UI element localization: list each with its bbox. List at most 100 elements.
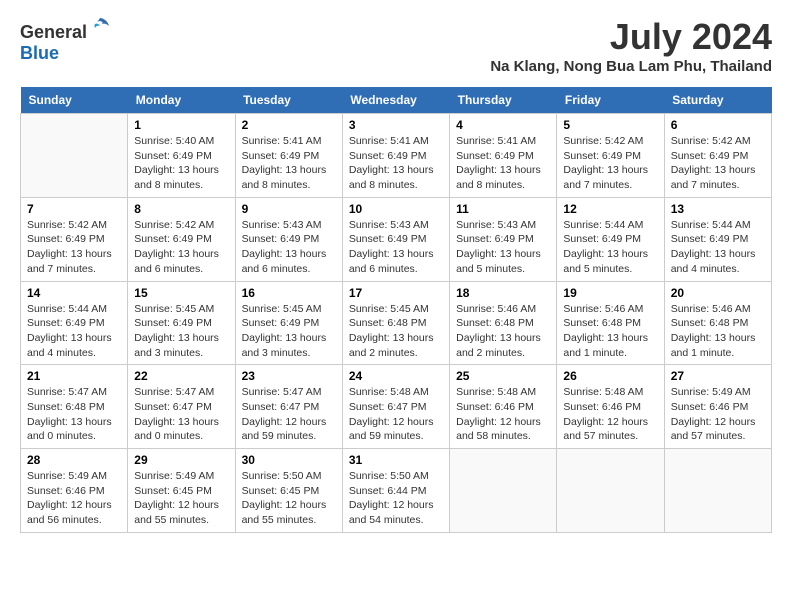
calendar-cell: 3 Sunrise: 5:41 AM Sunset: 6:49 PM Daylig… [342, 114, 449, 198]
header-saturday: Saturday [664, 87, 771, 114]
day-info: Sunrise: 5:44 AM Sunset: 6:49 PM Dayligh… [563, 218, 657, 277]
day-number: 25 [456, 369, 550, 383]
day-number: 21 [27, 369, 121, 383]
day-number: 6 [671, 118, 765, 132]
header-thursday: Thursday [450, 87, 557, 114]
day-number: 14 [27, 286, 121, 300]
calendar-cell [557, 449, 664, 533]
header-friday: Friday [557, 87, 664, 114]
day-info: Sunrise: 5:47 AM Sunset: 6:47 PM Dayligh… [134, 385, 228, 444]
calendar-table: Sunday Monday Tuesday Wednesday Thursday… [20, 87, 772, 533]
day-info: Sunrise: 5:45 AM Sunset: 6:48 PM Dayligh… [349, 302, 443, 361]
day-info: Sunrise: 5:42 AM Sunset: 6:49 PM Dayligh… [27, 218, 121, 277]
day-info: Sunrise: 5:44 AM Sunset: 6:49 PM Dayligh… [27, 302, 121, 361]
calendar-cell: 18Sunrise: 5:46 AM Sunset: 6:48 PM Dayli… [450, 281, 557, 365]
day-number: 8 [134, 202, 228, 216]
calendar-week-row: 1 Sunrise: 5:40 AM Sunset: 6:49 PM Daylig… [21, 114, 772, 198]
header-tuesday: Tuesday [235, 87, 342, 114]
calendar-cell: 5 Sunrise: 5:42 AM Sunset: 6:49 PM Daylig… [557, 114, 664, 198]
day-number: 18 [456, 286, 550, 300]
day-number: 2 [242, 118, 336, 132]
day-info: Sunrise: 5:40 AM Sunset: 6:49 PM Dayligh… [134, 134, 228, 193]
calendar-cell: 26Sunrise: 5:48 AM Sunset: 6:46 PM Dayli… [557, 365, 664, 449]
day-info: Sunrise: 5:42 AM Sunset: 6:49 PM Dayligh… [134, 218, 228, 277]
calendar-cell: 24 Sunrise: 5:48 AM Sunset: 6:47 PM Dayli… [342, 365, 449, 449]
header: General Blue July 2024 Na Klang, Nong Bu… [20, 16, 772, 75]
calendar-cell: 8 Sunrise: 5:42 AM Sunset: 6:49 PM Daylig… [128, 197, 235, 281]
calendar-week-row: 21 Sunrise: 5:47 AM Sunset: 6:48 PM Dayli… [21, 365, 772, 449]
day-number: 20 [671, 286, 765, 300]
title-area: July 2024 Na Klang, Nong Bua Lam Phu, Th… [490, 16, 772, 75]
calendar-cell [450, 449, 557, 533]
calendar-cell: 16 Sunrise: 5:45 AM Sunset: 6:49 PM Dayli… [235, 281, 342, 365]
day-info: Sunrise: 5:46 AM Sunset: 6:48 PM Dayligh… [563, 302, 657, 361]
day-info: Sunrise: 5:42 AM Sunset: 6:49 PM Dayligh… [563, 134, 657, 193]
calendar-cell: 2 Sunrise: 5:41 AM Sunset: 6:49 PM Daylig… [235, 114, 342, 198]
calendar-cell: 13Sunrise: 5:44 AM Sunset: 6:49 PM Dayli… [664, 197, 771, 281]
calendar-week-row: 7 Sunrise: 5:42 AM Sunset: 6:49 PM Daylig… [21, 197, 772, 281]
day-info: Sunrise: 5:41 AM Sunset: 6:49 PM Dayligh… [349, 134, 443, 193]
calendar-cell: 31Sunrise: 5:50 AM Sunset: 6:44 PM Dayli… [342, 449, 449, 533]
location-title: Na Klang, Nong Bua Lam Phu, Thailand [490, 58, 772, 75]
day-info: Sunrise: 5:46 AM Sunset: 6:48 PM Dayligh… [671, 302, 765, 361]
day-number: 24 [349, 369, 443, 383]
day-number: 29 [134, 453, 228, 467]
day-info: Sunrise: 5:48 AM Sunset: 6:46 PM Dayligh… [563, 385, 657, 444]
day-info: Sunrise: 5:49 AM Sunset: 6:46 PM Dayligh… [27, 469, 121, 528]
calendar-cell: 23 Sunrise: 5:47 AM Sunset: 6:47 PM Dayli… [235, 365, 342, 449]
day-number: 16 [242, 286, 336, 300]
calendar-cell: 12 Sunrise: 5:44 AM Sunset: 6:49 PM Dayli… [557, 197, 664, 281]
day-info: Sunrise: 5:41 AM Sunset: 6:49 PM Dayligh… [456, 134, 550, 193]
day-info: Sunrise: 5:47 AM Sunset: 6:48 PM Dayligh… [27, 385, 121, 444]
calendar-cell: 21 Sunrise: 5:47 AM Sunset: 6:48 PM Dayli… [21, 365, 128, 449]
day-info: Sunrise: 5:49 AM Sunset: 6:46 PM Dayligh… [671, 385, 765, 444]
calendar-cell: 22 Sunrise: 5:47 AM Sunset: 6:47 PM Dayli… [128, 365, 235, 449]
day-number: 10 [349, 202, 443, 216]
logo-blue: Blue [20, 43, 59, 63]
calendar-cell [664, 449, 771, 533]
day-info: Sunrise: 5:41 AM Sunset: 6:49 PM Dayligh… [242, 134, 336, 193]
calendar-cell: 4 Sunrise: 5:41 AM Sunset: 6:49 PM Daylig… [450, 114, 557, 198]
day-info: Sunrise: 5:48 AM Sunset: 6:47 PM Dayligh… [349, 385, 443, 444]
calendar-cell: 25 Sunrise: 5:48 AM Sunset: 6:46 PM Dayli… [450, 365, 557, 449]
day-number: 23 [242, 369, 336, 383]
day-info: Sunrise: 5:50 AM Sunset: 6:44 PM Dayligh… [349, 469, 443, 528]
day-number: 17 [349, 286, 443, 300]
logo: General Blue [20, 16, 111, 64]
day-number: 22 [134, 369, 228, 383]
day-number: 9 [242, 202, 336, 216]
logo-text: General Blue [20, 16, 111, 64]
day-number: 5 [563, 118, 657, 132]
logo-general: General [20, 22, 87, 42]
day-number: 7 [27, 202, 121, 216]
month-title: July 2024 [490, 16, 772, 58]
day-info: Sunrise: 5:50 AM Sunset: 6:45 PM Dayligh… [242, 469, 336, 528]
day-info: Sunrise: 5:45 AM Sunset: 6:49 PM Dayligh… [242, 302, 336, 361]
calendar-cell: 28 Sunrise: 5:49 AM Sunset: 6:46 PM Dayli… [21, 449, 128, 533]
calendar-cell: 11 Sunrise: 5:43 AM Sunset: 6:49 PM Dayli… [450, 197, 557, 281]
logo-bird-icon [89, 16, 111, 38]
day-info: Sunrise: 5:47 AM Sunset: 6:47 PM Dayligh… [242, 385, 336, 444]
header-monday: Monday [128, 87, 235, 114]
calendar-cell: 14 Sunrise: 5:44 AM Sunset: 6:49 PM Dayli… [21, 281, 128, 365]
calendar-cell: 27Sunrise: 5:49 AM Sunset: 6:46 PM Dayli… [664, 365, 771, 449]
calendar-cell: 19Sunrise: 5:46 AM Sunset: 6:48 PM Dayli… [557, 281, 664, 365]
header-sunday: Sunday [21, 87, 128, 114]
calendar-cell: 6 Sunrise: 5:42 AM Sunset: 6:49 PM Daylig… [664, 114, 771, 198]
day-info: Sunrise: 5:44 AM Sunset: 6:49 PM Dayligh… [671, 218, 765, 277]
day-number: 28 [27, 453, 121, 467]
day-number: 12 [563, 202, 657, 216]
day-info: Sunrise: 5:49 AM Sunset: 6:45 PM Dayligh… [134, 469, 228, 528]
day-number: 30 [242, 453, 336, 467]
day-info: Sunrise: 5:48 AM Sunset: 6:46 PM Dayligh… [456, 385, 550, 444]
day-number: 1 [134, 118, 228, 132]
day-number: 4 [456, 118, 550, 132]
day-number: 11 [456, 202, 550, 216]
calendar-week-row: 14 Sunrise: 5:44 AM Sunset: 6:49 PM Dayli… [21, 281, 772, 365]
calendar-cell: 7 Sunrise: 5:42 AM Sunset: 6:49 PM Daylig… [21, 197, 128, 281]
day-info: Sunrise: 5:42 AM Sunset: 6:49 PM Dayligh… [671, 134, 765, 193]
day-info: Sunrise: 5:43 AM Sunset: 6:49 PM Dayligh… [456, 218, 550, 277]
day-number: 3 [349, 118, 443, 132]
day-number: 15 [134, 286, 228, 300]
calendar-cell: 9Sunrise: 5:43 AM Sunset: 6:49 PM Daylig… [235, 197, 342, 281]
